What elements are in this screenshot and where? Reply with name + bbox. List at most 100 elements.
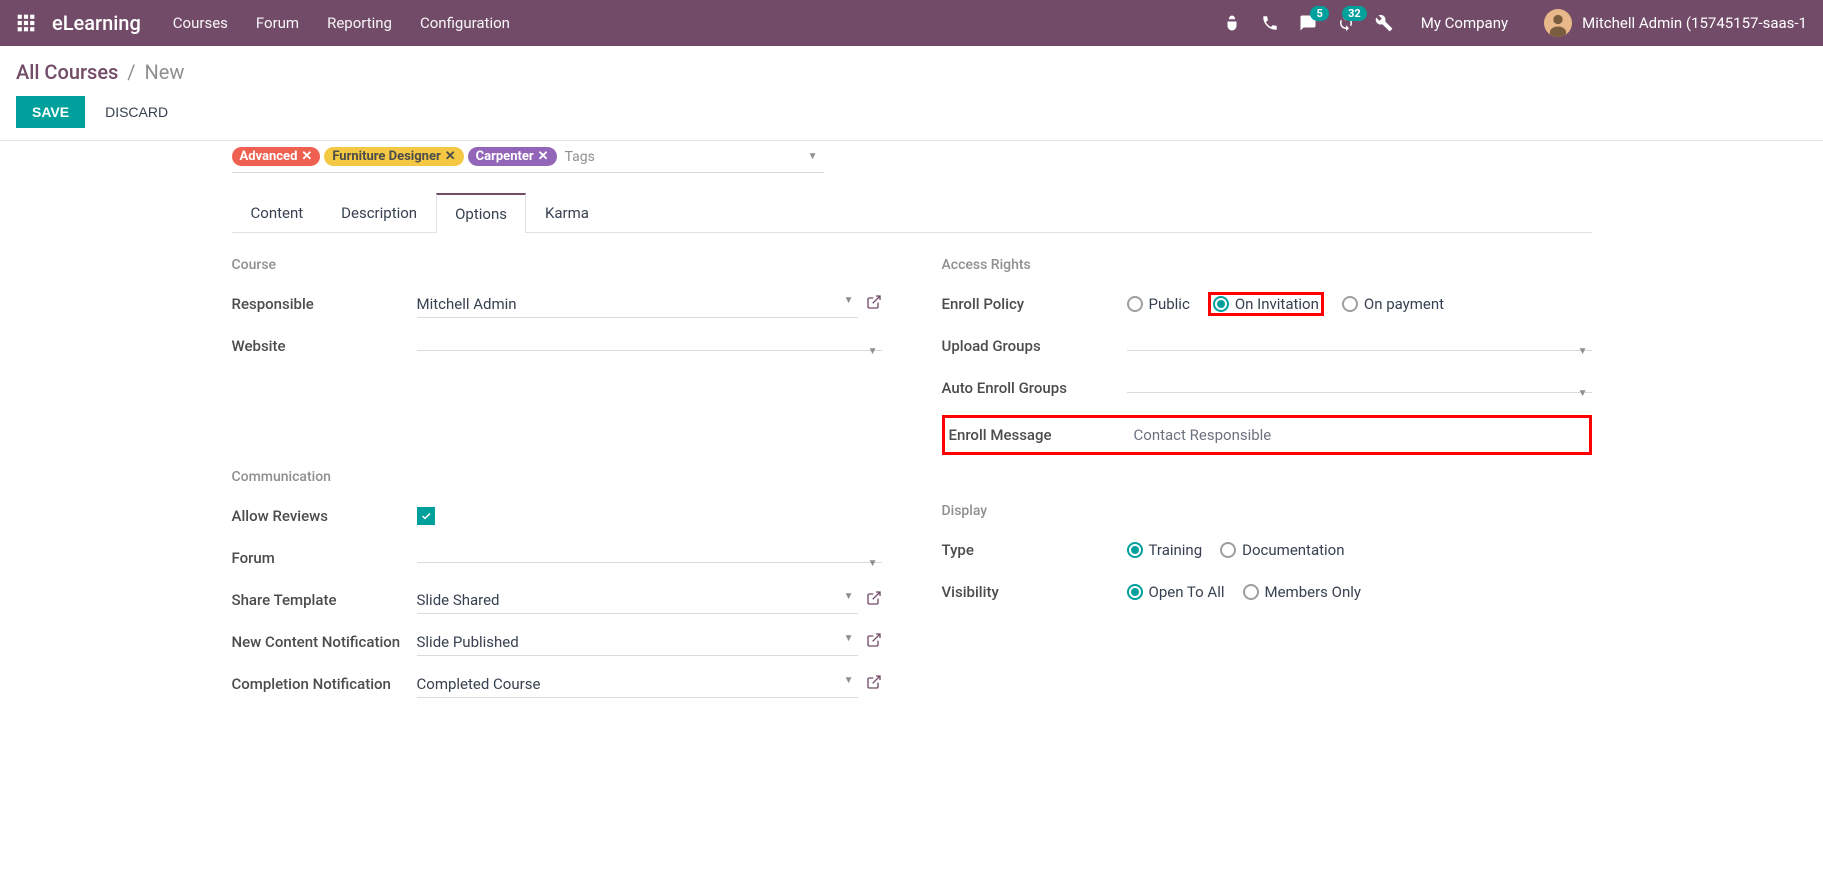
completion-label: Completion Notification bbox=[232, 675, 417, 693]
phone-icon[interactable] bbox=[1261, 14, 1279, 32]
radio-on-payment[interactable]: On payment bbox=[1342, 295, 1444, 313]
nav-configuration[interactable]: Configuration bbox=[420, 14, 510, 32]
responsible-input[interactable]: Mitchell Admin ▼ bbox=[417, 291, 858, 318]
chevron-down-icon: ▼ bbox=[1578, 388, 1588, 399]
save-button[interactable]: SAVE bbox=[16, 96, 85, 128]
enroll-policy-radio-group: Public On Invitation On payment bbox=[1127, 292, 1445, 316]
tools-icon[interactable] bbox=[1375, 14, 1393, 32]
radio-documentation[interactable]: Documentation bbox=[1220, 541, 1344, 559]
highlight-enroll-message: Enroll Message Contact Responsible bbox=[942, 415, 1592, 455]
radio-training[interactable]: Training bbox=[1127, 541, 1203, 559]
radio-icon bbox=[1243, 584, 1259, 600]
form-content: Advanced ✕ Furniture Designer ✕ Carpente… bbox=[212, 141, 1612, 711]
completion-input[interactable]: Completed Course ▼ bbox=[417, 671, 858, 698]
tag-furniture-designer: Furniture Designer ✕ bbox=[324, 147, 463, 166]
type-radio-group: Training Documentation bbox=[1127, 541, 1345, 559]
radio-icon bbox=[1220, 542, 1236, 558]
breadcrumb-separator: / bbox=[127, 60, 135, 84]
nav-courses[interactable]: Courses bbox=[173, 14, 228, 32]
radio-label: Documentation bbox=[1242, 541, 1344, 559]
chevron-down-icon[interactable]: ▼ bbox=[808, 151, 818, 162]
enroll-message-row: Enroll Message Contact Responsible bbox=[949, 420, 1585, 450]
completion-value: Completed Course bbox=[417, 675, 541, 693]
tag-remove-icon[interactable]: ✕ bbox=[301, 149, 312, 164]
company-name[interactable]: My Company bbox=[1421, 14, 1508, 32]
discard-button[interactable]: DISCARD bbox=[97, 96, 176, 128]
enroll-message-value[interactable]: Contact Responsible bbox=[1134, 426, 1272, 444]
radio-label: Training bbox=[1149, 541, 1203, 559]
tab-content[interactable]: Content bbox=[232, 193, 323, 232]
visibility-label: Visibility bbox=[942, 583, 1127, 601]
nav-forum[interactable]: Forum bbox=[256, 14, 299, 32]
share-template-value: Slide Shared bbox=[417, 591, 500, 609]
avatar bbox=[1544, 9, 1572, 37]
auto-enroll-input[interactable]: ▼ bbox=[1127, 384, 1592, 393]
chevron-down-icon: ▼ bbox=[868, 558, 878, 569]
chevron-down-icon: ▼ bbox=[844, 591, 854, 602]
upload-groups-row: Upload Groups ▼ bbox=[942, 331, 1592, 361]
external-link-icon[interactable] bbox=[866, 590, 882, 610]
allow-reviews-checkbox[interactable] bbox=[417, 507, 435, 525]
completion-row: Completion Notification Completed Course… bbox=[232, 669, 882, 699]
visibility-radio-group: Open To All Members Only bbox=[1127, 583, 1361, 601]
enroll-message-label: Enroll Message bbox=[949, 426, 1134, 444]
upload-groups-label: Upload Groups bbox=[942, 337, 1127, 355]
tags-placeholder: Tags bbox=[565, 149, 595, 165]
user-menu[interactable]: Mitchell Admin (15745157-saas-1 bbox=[1544, 9, 1807, 37]
radio-label: Public bbox=[1149, 295, 1190, 313]
apps-menu-icon[interactable] bbox=[16, 13, 36, 33]
radio-label: On Invitation bbox=[1235, 295, 1319, 313]
nav-reporting[interactable]: Reporting bbox=[327, 14, 392, 32]
highlight-on-invitation: On Invitation bbox=[1208, 292, 1324, 316]
radio-label: Members Only bbox=[1265, 583, 1361, 601]
external-link-icon[interactable] bbox=[866, 294, 882, 314]
tag-remove-icon[interactable]: ✕ bbox=[538, 149, 549, 164]
breadcrumb-link[interactable]: All Courses bbox=[16, 60, 118, 84]
tab-description[interactable]: Description bbox=[322, 193, 436, 232]
breadcrumb-current: New bbox=[145, 60, 185, 84]
radio-members-only[interactable]: Members Only bbox=[1243, 583, 1361, 601]
activities-icon[interactable]: 32 bbox=[1337, 14, 1355, 32]
responsible-label: Responsible bbox=[232, 295, 417, 313]
upload-groups-input[interactable]: ▼ bbox=[1127, 342, 1592, 351]
radio-checked-icon bbox=[1127, 542, 1143, 558]
website-input[interactable]: ▼ bbox=[417, 342, 882, 351]
breadcrumb: All Courses / New bbox=[16, 60, 1807, 84]
options-form: Course Responsible Mitchell Admin ▼ Webs… bbox=[232, 257, 1592, 711]
radio-label: Open To All bbox=[1149, 583, 1225, 601]
messages-icon[interactable]: 5 bbox=[1299, 14, 1317, 32]
tags-field[interactable]: Advanced ✕ Furniture Designer ✕ Carpente… bbox=[232, 141, 824, 173]
external-link-icon[interactable] bbox=[866, 632, 882, 652]
radio-on-invitation[interactable]: On Invitation bbox=[1213, 295, 1319, 313]
enroll-policy-label: Enroll Policy bbox=[942, 295, 1127, 313]
forum-input[interactable]: ▼ bbox=[417, 554, 882, 563]
share-template-input[interactable]: Slide Shared ▼ bbox=[417, 587, 858, 614]
course-section: Course Responsible Mitchell Admin ▼ Webs… bbox=[232, 257, 882, 711]
external-link-icon[interactable] bbox=[866, 674, 882, 694]
tag-carpenter: Carpenter ✕ bbox=[468, 147, 557, 166]
chevron-down-icon: ▼ bbox=[844, 675, 854, 686]
section-title-course: Course bbox=[232, 257, 882, 273]
responsible-value: Mitchell Admin bbox=[417, 295, 517, 313]
share-template-row: Share Template Slide Shared ▼ bbox=[232, 585, 882, 615]
messages-badge: 5 bbox=[1310, 6, 1328, 21]
bug-icon[interactable] bbox=[1223, 14, 1241, 32]
radio-open-to-all[interactable]: Open To All bbox=[1127, 583, 1225, 601]
visibility-row: Visibility Open To All Members Only bbox=[942, 577, 1592, 607]
activities-badge: 32 bbox=[1342, 6, 1367, 21]
tab-options[interactable]: Options bbox=[436, 193, 526, 233]
auto-enroll-row: Auto Enroll Groups ▼ bbox=[942, 373, 1592, 403]
chevron-down-icon: ▼ bbox=[868, 346, 878, 357]
radio-checked-icon bbox=[1127, 584, 1143, 600]
auto-enroll-label: Auto Enroll Groups bbox=[942, 379, 1127, 397]
tag-remove-icon[interactable]: ✕ bbox=[445, 149, 456, 164]
new-content-input[interactable]: Slide Published ▼ bbox=[417, 629, 858, 656]
radio-public[interactable]: Public bbox=[1127, 295, 1190, 313]
share-template-label: Share Template bbox=[232, 591, 417, 609]
tag-label: Advanced bbox=[240, 149, 298, 164]
nav-menu: Courses Forum Reporting Configuration bbox=[173, 14, 1223, 32]
new-content-label: New Content Notification bbox=[232, 633, 417, 651]
tab-karma[interactable]: Karma bbox=[526, 193, 608, 232]
app-name[interactable]: eLearning bbox=[52, 11, 141, 35]
section-title-display: Display bbox=[942, 503, 1592, 519]
